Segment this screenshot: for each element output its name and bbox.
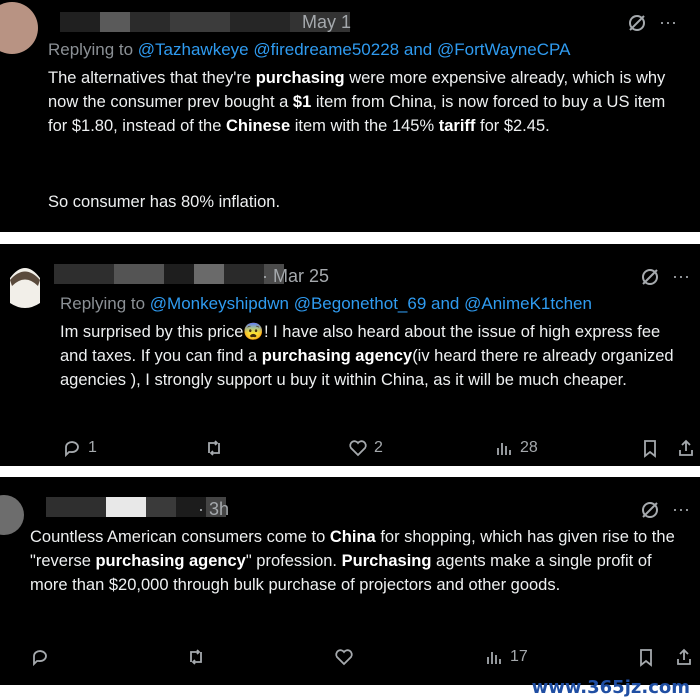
views-icon [487, 652, 501, 664]
grok-icon[interactable] [640, 267, 660, 287]
post-body: Countless American consumers come to Chi… [30, 528, 675, 594]
handle-link[interactable]: @Monkeyshipdwn [150, 294, 289, 313]
views-button[interactable]: 17 [484, 647, 528, 667]
bookmark-button[interactable] [640, 438, 660, 458]
share-button[interactable] [676, 438, 696, 458]
avatar[interactable] [0, 2, 38, 54]
post-body: The alternatives that they're purchasing… [48, 69, 666, 135]
replying-to: Replying to @Monkeyshipdwn @Begonethot_6… [60, 294, 592, 313]
replying-to: Replying to @Tazhawkeye @firedreame50228… [48, 40, 571, 59]
heart-icon [349, 440, 367, 457]
grok-icon[interactable] [627, 13, 647, 33]
post-body-line: So consumer has 80% inflation. [48, 193, 281, 211]
retweet-icon [190, 649, 202, 665]
like-button[interactable] [334, 647, 360, 667]
post-date[interactable]: · 3h [198, 499, 229, 520]
post-card-2[interactable]: · Mar 25 ··· Replying to @Monkeyshipdwn … [0, 244, 700, 466]
watermark: www.365jz.com [531, 677, 690, 698]
action-bar: 1 2 28 [0, 438, 700, 462]
handle-link[interactable]: @Begonethot_69 [294, 294, 427, 313]
avatar[interactable] [0, 258, 50, 318]
handle-link[interactable]: @FortWayneCPA [437, 40, 570, 59]
post-date[interactable]: May 1 [302, 12, 351, 33]
retweet-button[interactable] [204, 438, 230, 458]
reply-icon [65, 441, 79, 458]
reply-button[interactable]: 1 [62, 438, 97, 458]
reply-icon [33, 650, 47, 667]
reply-button[interactable] [30, 647, 56, 667]
grok-icon[interactable] [640, 500, 660, 520]
views-button[interactable]: 28 [494, 438, 538, 458]
handle-link[interactable]: @Tazhawkeye [138, 40, 249, 59]
action-bar: 17 [0, 647, 700, 671]
retweet-icon [208, 440, 220, 456]
heart-icon [335, 649, 353, 666]
views-icon [497, 443, 511, 455]
bookmark-icon [644, 440, 656, 458]
share-icon [677, 648, 691, 665]
handle-link[interactable]: @firedreame50228 [253, 40, 399, 59]
share-icon [679, 439, 693, 456]
post-card-1[interactable]: May 1 ··· Replying to @Tazhawkeye @fired… [0, 0, 700, 232]
more-icon[interactable]: ··· [659, 12, 677, 33]
retweet-button[interactable] [186, 647, 212, 667]
post-date[interactable]: · Mar 25 [262, 266, 329, 287]
blurred-username [54, 264, 284, 284]
bookmark-button[interactable] [636, 647, 656, 667]
avatar[interactable] [0, 495, 24, 535]
share-button[interactable] [674, 647, 694, 667]
like-button[interactable]: 2 [348, 438, 383, 458]
more-icon[interactable]: ··· [672, 266, 690, 287]
bookmark-icon [640, 649, 652, 667]
handle-link[interactable]: @AnimeK1tchen [464, 294, 592, 313]
post-card-3[interactable]: · 3h ··· Countless American consumers co… [0, 477, 700, 685]
more-icon[interactable]: ··· [672, 499, 690, 520]
post-body: Im surprised by this price😨! I have also… [60, 323, 674, 389]
